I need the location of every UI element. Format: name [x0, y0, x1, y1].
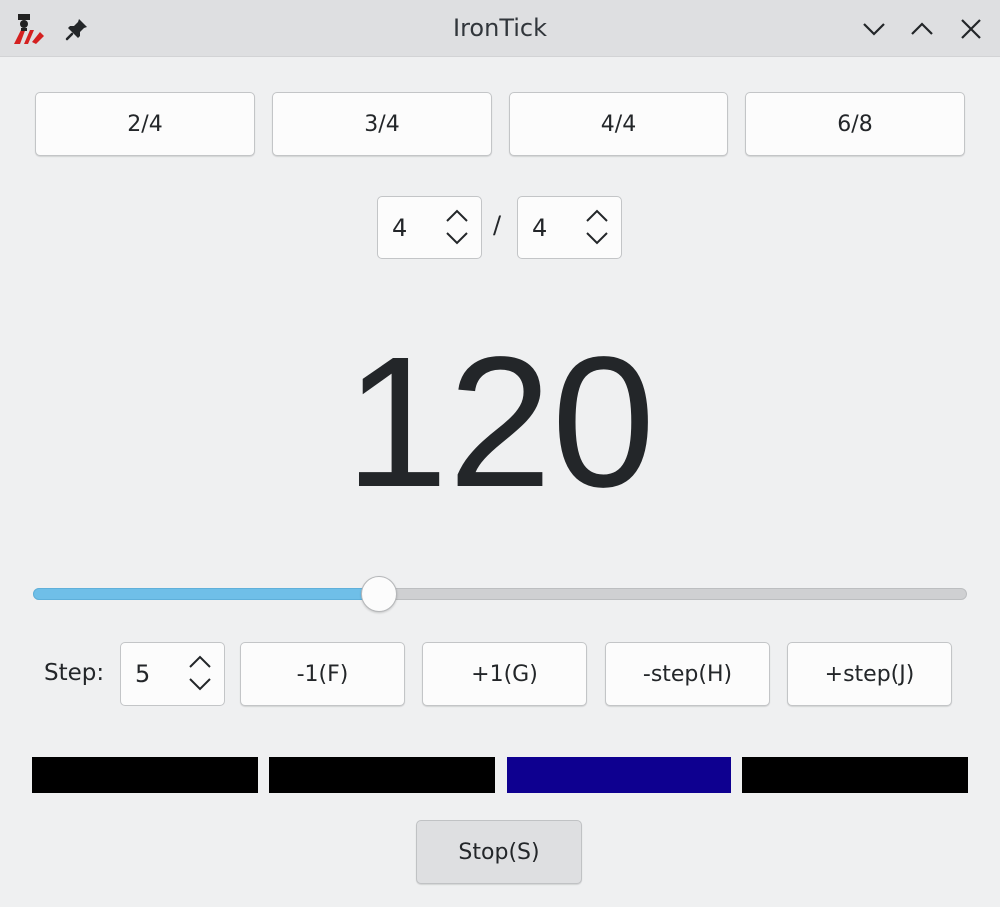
beat-indicator-1 [32, 757, 258, 793]
stop-button[interactable]: Stop(S) [416, 820, 582, 884]
preset-2-4-button[interactable]: 2/4 [35, 92, 255, 156]
spin-arrows-icon[interactable] [583, 205, 611, 249]
beat-indicator-4 [742, 757, 968, 793]
tempo-display: 120 [344, 319, 656, 526]
increment-step-button[interactable]: +step(J) [787, 642, 952, 706]
decrement-one-button[interactable]: -1(F) [240, 642, 405, 706]
minimize-button[interactable] [861, 16, 887, 42]
tempo-slider-fill [33, 588, 379, 600]
window-title: IronTick [453, 14, 547, 42]
close-icon [961, 19, 981, 39]
preset-6-8-button[interactable]: 6/8 [745, 92, 965, 156]
beat-indicator-3 [507, 757, 731, 793]
maximize-button[interactable] [909, 16, 935, 42]
time-signature-separator: / [493, 211, 502, 239]
preset-4-4-button[interactable]: 4/4 [509, 92, 728, 156]
decrement-step-button[interactable]: -step(H) [605, 642, 770, 706]
tempo-slider-handle[interactable] [360, 576, 397, 612]
increment-one-button[interactable]: +1(G) [422, 642, 587, 706]
numerator-value: 4 [392, 213, 408, 242]
close-button[interactable] [958, 16, 984, 42]
chevron-down-icon [863, 23, 885, 36]
numerator-spinbox[interactable]: 4 [377, 196, 482, 259]
title-bar: IronTick [0, 0, 1000, 57]
beat-indicator-2 [269, 757, 495, 793]
spin-arrows-icon[interactable] [443, 205, 471, 249]
step-spinbox[interactable]: 5 [120, 642, 225, 706]
step-value: 5 [135, 660, 151, 688]
step-label: Step: [44, 660, 105, 686]
spin-arrows-icon[interactable] [186, 651, 214, 695]
denominator-spinbox[interactable]: 4 [517, 196, 622, 259]
denominator-value: 4 [532, 213, 548, 242]
chevron-up-icon [911, 22, 933, 35]
preset-3-4-button[interactable]: 3/4 [272, 92, 492, 156]
